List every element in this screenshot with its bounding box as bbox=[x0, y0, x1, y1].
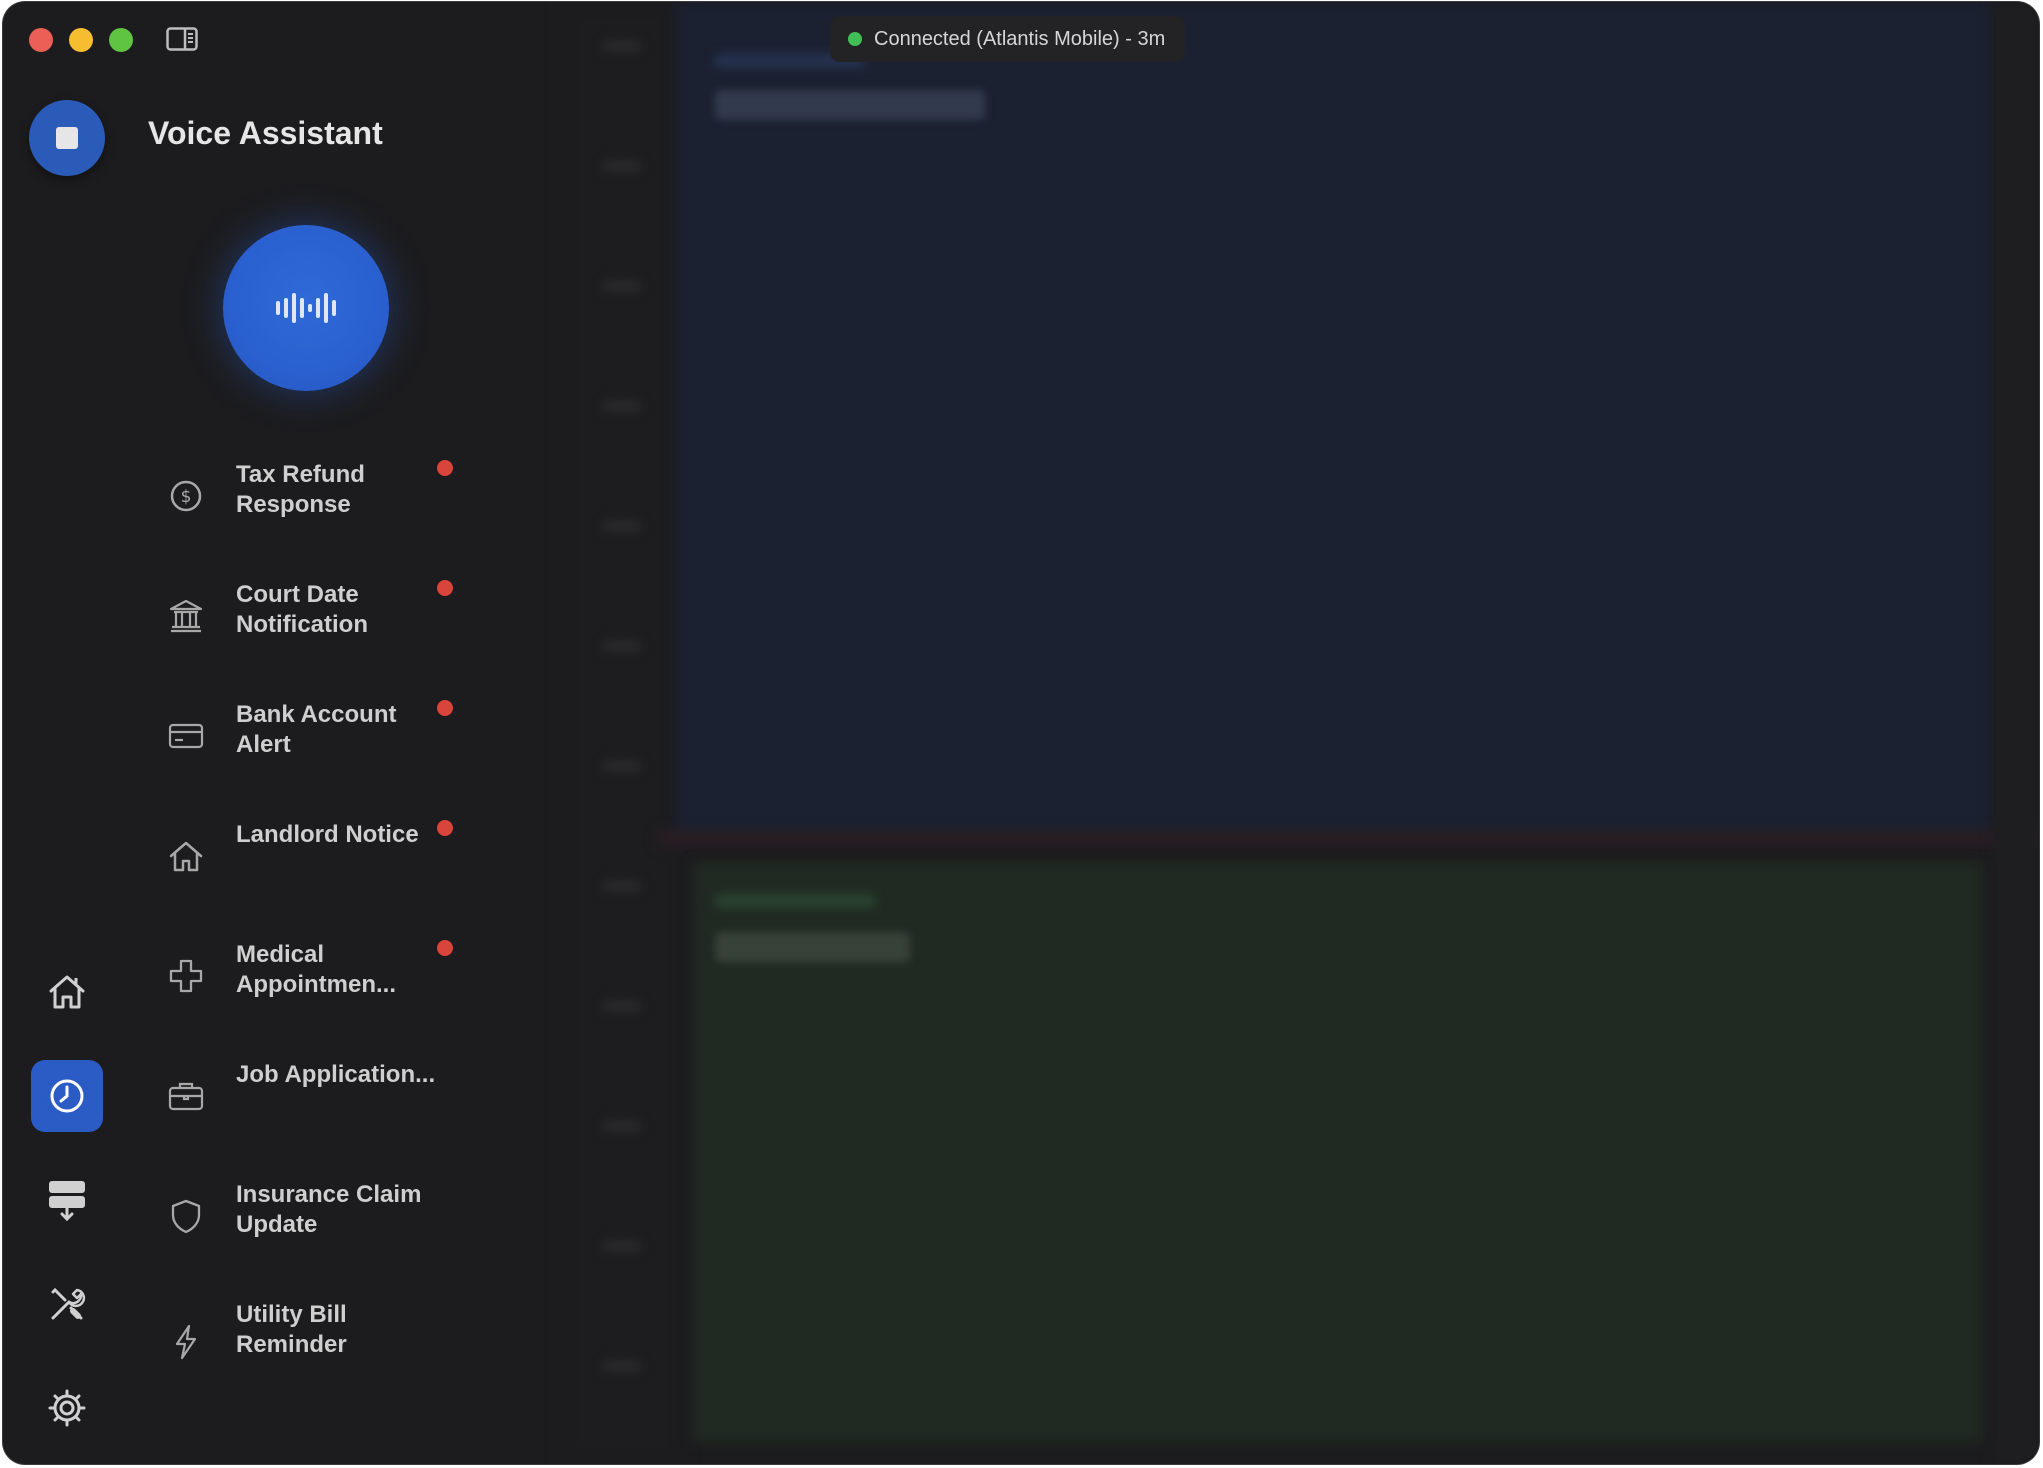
status-text: Connected (Atlantis Mobile) - 3m bbox=[874, 27, 1166, 50]
blurred-message-pane bbox=[675, 2, 1995, 837]
list-item-landlord-notice[interactable]: Landlord Notice bbox=[168, 820, 468, 900]
list-item-label: Tax Refund Response bbox=[236, 461, 365, 518]
rail-tools-button[interactable] bbox=[31, 1268, 103, 1340]
zoom-window-button[interactable] bbox=[109, 28, 133, 52]
unread-indicator bbox=[437, 820, 453, 836]
connection-status: Connected (Atlantis Mobile) - 3m bbox=[830, 16, 1186, 62]
status-dot bbox=[848, 32, 862, 46]
blurred-strip-mark bbox=[603, 1240, 641, 1252]
blurred-edge bbox=[1993, 2, 2039, 1464]
list-item-job-application[interactable]: Job Application... bbox=[168, 1060, 468, 1140]
blurred-strip-mark bbox=[603, 40, 641, 52]
tools-icon bbox=[51, 1287, 86, 1320]
unread-indicator bbox=[437, 940, 453, 956]
medical-cross-icon bbox=[169, 959, 203, 993]
credit-card-icon bbox=[168, 723, 204, 749]
list-item-label: Utility Bill Reminder bbox=[236, 1301, 347, 1358]
list-item-label: Job Application... bbox=[236, 1061, 436, 1088]
close-window-button[interactable] bbox=[29, 28, 53, 52]
blurred-title-bar bbox=[715, 90, 985, 120]
stop-icon bbox=[56, 127, 78, 149]
minimize-window-button[interactable] bbox=[69, 28, 93, 52]
blurred-strip-mark bbox=[603, 160, 641, 172]
rail-settings-button[interactable] bbox=[31, 1372, 103, 1444]
list-item-tax-refund[interactable]: $ Tax Refund Response bbox=[168, 460, 468, 540]
clock-icon bbox=[50, 1079, 84, 1113]
shield-icon bbox=[171, 1199, 201, 1234]
list-item-label: Bank Account Alert bbox=[236, 701, 397, 758]
blurred-strip-mark bbox=[603, 1360, 641, 1372]
voice-orb-button[interactable] bbox=[223, 225, 389, 391]
rail-storage-button[interactable] bbox=[31, 1164, 103, 1236]
sidebar-toggle-icon[interactable] bbox=[166, 27, 198, 51]
rail-history-button[interactable] bbox=[31, 1060, 103, 1132]
blurred-subtitle-bar bbox=[715, 894, 875, 908]
rail-home-button[interactable] bbox=[31, 956, 103, 1028]
list-item-label: Medical Appointmen... bbox=[236, 941, 396, 998]
blurred-strip-mark bbox=[603, 880, 641, 892]
blurred-strip-mark bbox=[603, 520, 641, 532]
blurred-strip-mark bbox=[603, 1000, 641, 1012]
server-download-icon bbox=[49, 1181, 85, 1221]
list-item-label: Court Date Notification bbox=[236, 581, 368, 638]
list-item-label: Insurance Claim Update bbox=[236, 1181, 422, 1238]
waveform-icon bbox=[276, 293, 336, 323]
blurred-strip-mark bbox=[603, 400, 641, 412]
list-item-medical-appointment[interactable]: Medical Appointmen... bbox=[168, 940, 468, 1020]
svg-text:$: $ bbox=[181, 487, 192, 507]
list-item-label: Landlord Notice bbox=[236, 821, 419, 848]
unread-indicator bbox=[437, 460, 453, 476]
blurred-divider bbox=[658, 830, 2038, 846]
blurred-strip-mark bbox=[603, 640, 641, 652]
list-item-utility-bill[interactable]: Utility Bill Reminder bbox=[168, 1300, 468, 1380]
app-title: Voice Assistant bbox=[148, 115, 383, 151]
courthouse-icon bbox=[169, 599, 203, 633]
home-icon bbox=[49, 975, 85, 1009]
app-window: Connected (Atlantis Mobile) - 3m Voice A… bbox=[3, 2, 2039, 1464]
lightning-icon bbox=[175, 1324, 197, 1360]
list-item-court-date[interactable]: Court Date Notification bbox=[168, 580, 468, 660]
gear-icon bbox=[48, 1389, 86, 1427]
stop-recording-button[interactable] bbox=[29, 100, 105, 176]
dollar-circle-icon: $ bbox=[170, 480, 202, 512]
list-item-insurance-claim[interactable]: Insurance Claim Update bbox=[168, 1180, 468, 1260]
list-item-bank-account[interactable]: Bank Account Alert bbox=[168, 700, 468, 780]
blurred-strip-mark bbox=[603, 280, 641, 292]
unread-indicator bbox=[437, 580, 453, 596]
briefcase-icon bbox=[168, 1082, 204, 1111]
blurred-title-bar bbox=[715, 932, 910, 962]
house-icon bbox=[169, 841, 203, 872]
unread-indicator bbox=[437, 700, 453, 716]
blurred-strip-mark bbox=[603, 1120, 641, 1132]
blurred-strip-mark bbox=[603, 760, 641, 772]
